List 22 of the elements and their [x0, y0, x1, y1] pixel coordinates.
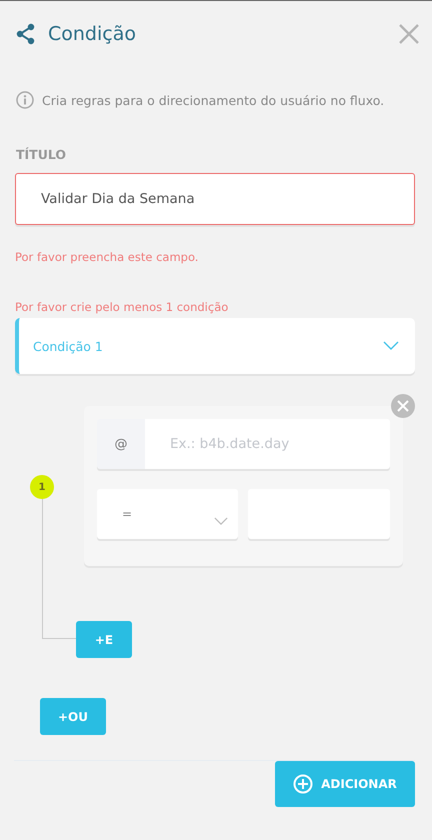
panel-title: Condição	[48, 23, 137, 45]
field-label: TÍTULO	[16, 147, 67, 162]
close-button[interactable]	[398, 23, 420, 45]
value-field[interactable]	[248, 489, 390, 539]
operator-select[interactable]: =	[97, 489, 238, 539]
info-text: Cria regras para o direcionamento do usuário no fluxo.	[42, 92, 384, 108]
error-message: Por favor crie pelo menos 1 condição	[15, 300, 230, 314]
condition-accordion[interactable]: Condição 1	[15, 318, 415, 374]
chevron-icon	[383, 341, 399, 351]
chevron-icon	[214, 516, 228, 526]
remove-button[interactable]	[391, 394, 415, 418]
error-message: Por favor preencha este campo.	[15, 250, 200, 264]
variable-field[interactable]: Ex.: b4b.date.day	[145, 419, 390, 469]
title-field[interactable]: Validar Dia da Semana	[15, 173, 415, 225]
close-icon	[397, 400, 409, 412]
add-button[interactable]: ADICIONAR	[275, 761, 415, 807]
rule-number: 1	[30, 475, 54, 499]
info-icon	[16, 91, 34, 109]
add-or-button[interactable]: +OU	[40, 698, 106, 735]
plus-circle-icon	[293, 774, 314, 794]
share-icon	[16, 23, 36, 45]
add-and-button[interactable]: +E	[76, 621, 132, 658]
